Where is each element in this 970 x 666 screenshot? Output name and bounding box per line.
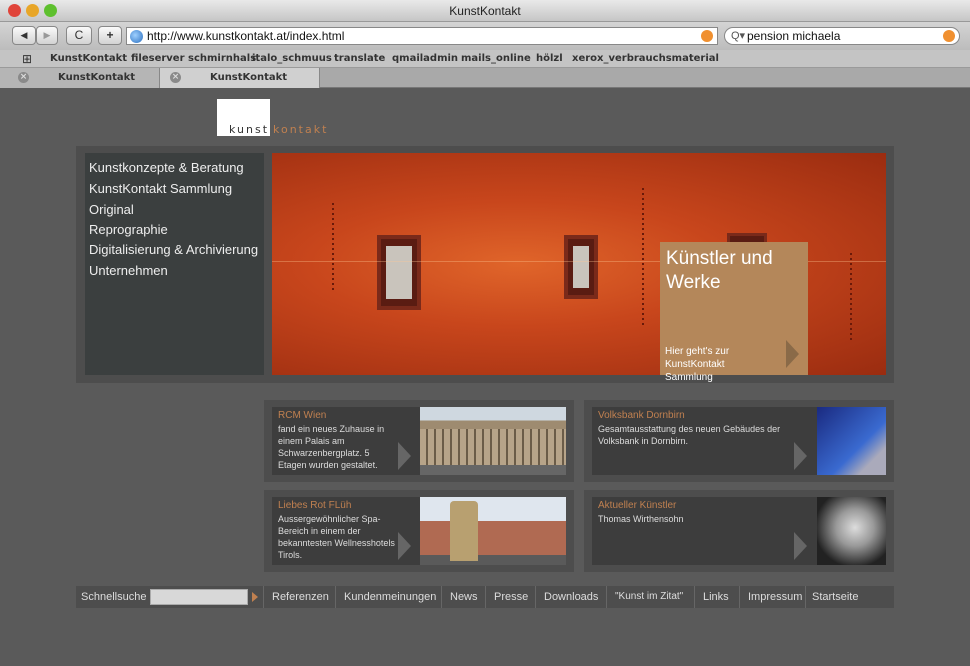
bookmark-translate[interactable]: translate	[334, 50, 385, 68]
search-text: pension michaela	[747, 29, 841, 43]
divider	[441, 586, 442, 608]
chevron-right-icon[interactable]	[794, 532, 807, 560]
rss-icon[interactable]	[701, 30, 713, 42]
card-text: Thomas Wirthensohn	[598, 514, 684, 524]
menu-item-unternehmen[interactable]: Unternehmen	[89, 263, 168, 278]
footer-link-presse[interactable]: Presse	[494, 586, 528, 608]
teaser-title: Künstler und Werke	[666, 248, 773, 293]
close-tab-icon[interactable]: ×	[18, 72, 29, 83]
bookmark-kunstkontakt[interactable]: KunstKontakt	[50, 50, 127, 68]
divider	[485, 586, 486, 608]
bookmark-hoelzl[interactable]: hölzl	[536, 50, 563, 68]
chevron-right-icon	[786, 340, 799, 368]
tab-2-label: KunstKontakt	[210, 72, 288, 83]
snapback-icon[interactable]	[943, 30, 955, 42]
chevron-right-icon[interactable]	[398, 442, 411, 470]
card-text: Gesamtausstattung des neuen Gebäudes der…	[598, 424, 781, 446]
quicksearch-label: Schnellsuche	[81, 591, 147, 603]
footer-link-kundenmeinungen[interactable]: Kundenmeinungen	[344, 586, 436, 608]
menu-item-reprographie[interactable]: Reprographie	[89, 222, 168, 237]
footer-link-links[interactable]: Links	[703, 586, 729, 608]
news-card-rcm-wien[interactable]: RCM Wien fand ein neues Zuhause in einem…	[264, 400, 574, 482]
back-button[interactable]: ◀	[12, 26, 36, 45]
globe-icon	[130, 30, 143, 43]
tab-1-label: KunstKontakt	[58, 72, 136, 83]
window-titlebar: KunstKontakt	[0, 0, 970, 22]
artwork-frame-2	[564, 235, 598, 299]
quicksearch-go-icon[interactable]	[252, 592, 258, 602]
artwork-dots	[332, 203, 334, 293]
divider	[694, 586, 695, 608]
footer-link-downloads[interactable]: Downloads	[544, 586, 598, 608]
tab-2[interactable]: × KunstKontakt	[160, 68, 320, 88]
footer-link-referenzen[interactable]: Referenzen	[272, 586, 329, 608]
card-title[interactable]: Liebes Rot FLüh	[278, 500, 351, 511]
bookmark-italo[interactable]: italo_schmuus	[252, 50, 332, 68]
divider	[739, 586, 740, 608]
rcm-building-image[interactable]	[420, 407, 566, 475]
search-field[interactable]: Q▾ pension michaela	[724, 27, 960, 45]
card-text: Aussergewöhnlicher Spa-Bereich in einem …	[278, 514, 395, 560]
forward-button[interactable]: ▶	[36, 26, 58, 45]
divider	[606, 586, 607, 608]
footer-nav: Schnellsuche Referenzen Kundenmeinungen …	[76, 586, 894, 608]
tab-1[interactable]: × KunstKontakt	[0, 68, 160, 88]
address-bar[interactable]: http://www.kunstkontakt.at/index.html	[126, 27, 718, 45]
url-text: http://www.kunstkontakt.at/index.html	[147, 29, 345, 43]
divider	[263, 586, 264, 608]
reload-button[interactable]: C	[66, 26, 92, 45]
artwork-dots	[642, 188, 644, 328]
divider	[805, 586, 806, 608]
bookmark-mails-online[interactable]: mails_online	[461, 50, 531, 68]
artists-works-teaser[interactable]: Künstler und Werke Hier geht's zur Kunst…	[660, 242, 808, 383]
hotel-image[interactable]	[420, 497, 566, 565]
news-card-artist[interactable]: Aktueller Künstler Thomas Wirthensohn	[584, 490, 894, 572]
chevron-right-icon[interactable]	[794, 442, 807, 470]
footer-link-startseite[interactable]: Startseite	[812, 586, 858, 608]
search-icon: Q▾	[731, 30, 746, 42]
footer-link-news[interactable]: News	[450, 586, 478, 608]
logo-kontakt[interactable]: kontakt	[273, 123, 328, 136]
artwork-frame-1	[377, 235, 421, 310]
window-title: KunstKontakt	[449, 4, 521, 18]
browser-toolbar: ◀ ▶ C + http://www.kunstkontakt.at/index…	[0, 22, 970, 50]
tab-bar: × KunstKontakt × KunstKontakt	[0, 68, 970, 88]
card-title[interactable]: Volksbank Dornbirn	[598, 410, 685, 421]
news-card-volksbank[interactable]: Volksbank Dornbirn Gesamtausstattung des…	[584, 400, 894, 482]
add-bookmark-button[interactable]: +	[98, 26, 122, 45]
divider	[535, 586, 536, 608]
menu-item-original[interactable]: Original	[89, 202, 134, 217]
card-text: fand ein neues Zuhause in einem Palais a…	[278, 424, 385, 470]
logo-kunst[interactable]: kunst	[229, 123, 269, 136]
artist-portrait-image[interactable]	[817, 497, 886, 565]
bookmarks-bar: ⊞ KunstKontakt fileserver schmirnhals it…	[0, 50, 970, 68]
artwork-dots	[850, 253, 852, 343]
footer-link-impressum[interactable]: Impressum	[748, 586, 802, 608]
card-title[interactable]: Aktueller Künstler	[598, 500, 676, 511]
menu-item-kunstkonzepte[interactable]: Kunstkonzepte & Beratung	[89, 160, 244, 175]
card-title[interactable]: RCM Wien	[278, 410, 326, 421]
menu-item-sammlung[interactable]: KunstKontakt Sammlung	[89, 181, 232, 196]
menu-item-digitalisierung[interactable]: Digitalisierung & Archivierung	[89, 242, 258, 257]
main-menu: Kunstkonzepte & Beratung KunstKontakt Sa…	[85, 153, 264, 375]
volksbank-building-image[interactable]	[817, 407, 886, 475]
bookmarks-book-icon[interactable]: ⊞	[22, 50, 32, 68]
quicksearch-input[interactable]	[150, 589, 248, 605]
footer-link-kunst-im-zitat[interactable]: "Kunst im Zitat"	[615, 586, 683, 608]
bookmark-qmailadmin[interactable]: qmailadmin	[392, 50, 458, 68]
bookmark-fileserver[interactable]: fileserver schmirnhals	[131, 50, 256, 68]
bookmark-xerox[interactable]: xerox_verbrauchsmaterial	[572, 50, 719, 68]
teaser-subtitle: Hier geht's zur KunstKontakt Sammlung	[665, 346, 730, 383]
news-card-rot-flueh[interactable]: Liebes Rot FLüh Aussergewöhnlicher Spa-B…	[264, 490, 574, 572]
chevron-right-icon[interactable]	[398, 532, 411, 560]
divider	[335, 586, 336, 608]
close-tab-icon[interactable]: ×	[170, 72, 181, 83]
